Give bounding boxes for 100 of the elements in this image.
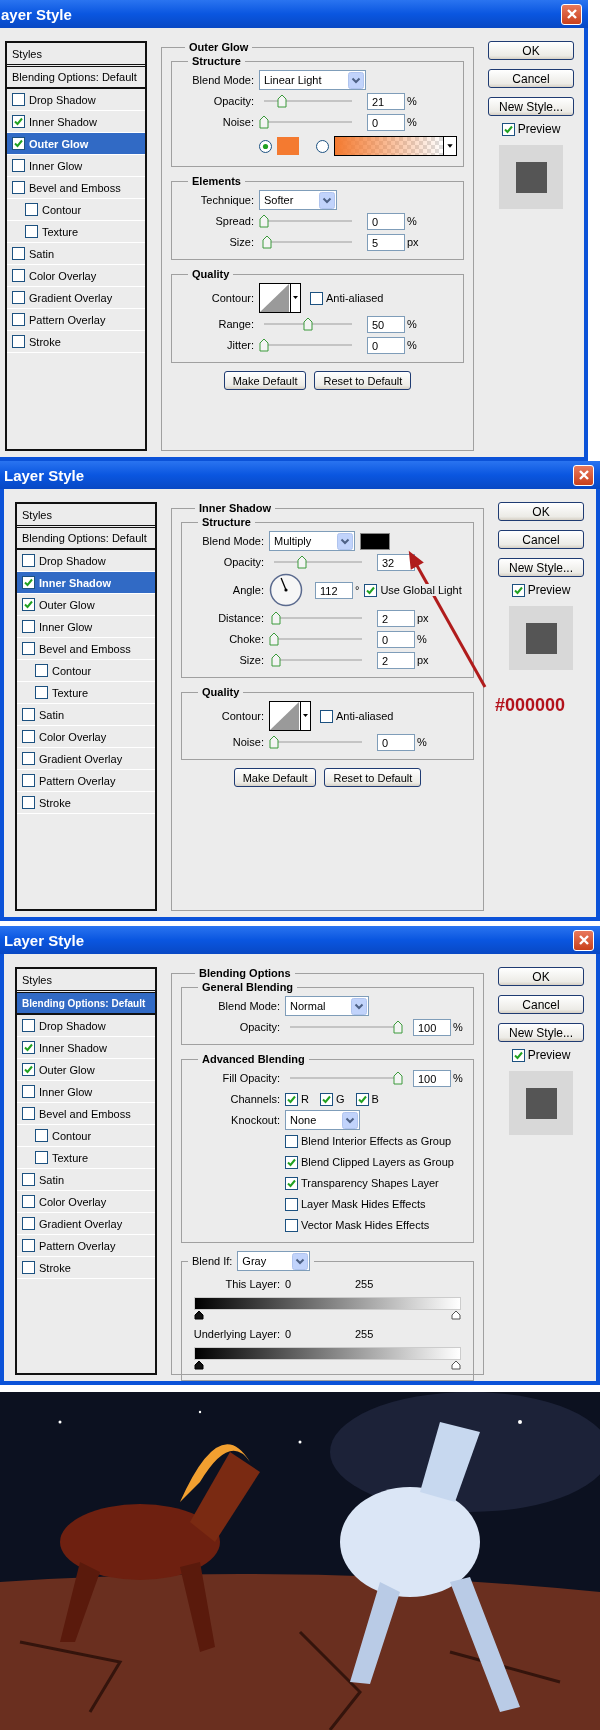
checkbox[interactable]	[285, 1092, 298, 1106]
checkbox[interactable]	[12, 335, 25, 348]
checkbox[interactable]	[355, 1092, 369, 1106]
dialog-button[interactable]: Cancel	[498, 995, 584, 1014]
style-list-item[interactable]: Bevel and Emboss	[17, 1103, 155, 1125]
checkbox[interactable]	[25, 225, 38, 238]
number-field[interactable]: 5	[367, 233, 405, 251]
style-list-item[interactable]: Gradient Overlay	[17, 748, 155, 770]
style-list-item[interactable]: Contour	[17, 660, 155, 682]
number-field[interactable]: 2	[377, 609, 415, 627]
style-list-item[interactable]: Stroke	[17, 792, 155, 814]
style-list-item[interactable]: Gradient Overlay	[7, 287, 145, 309]
checkbox[interactable]	[12, 247, 25, 260]
checkbox[interactable]	[12, 137, 25, 150]
checkbox[interactable]	[12, 269, 25, 282]
dropdown[interactable]: Multiply	[269, 531, 356, 551]
style-list-item[interactable]: Bevel and Emboss	[7, 177, 145, 199]
radio-button[interactable]	[259, 139, 272, 153]
style-list-item[interactable]: Blending Options: Default	[17, 528, 155, 550]
checkbox[interactable]	[12, 93, 25, 106]
action-button[interactable]: Reset to Default	[324, 768, 422, 787]
style-list-item[interactable]: Styles	[17, 504, 155, 528]
checkbox[interactable]	[22, 774, 35, 787]
checkbox[interactable]	[22, 554, 35, 567]
dropdown[interactable]: Linear Light	[259, 70, 366, 90]
style-list-item[interactable]: Bevel and Emboss	[17, 638, 155, 660]
dialog-button[interactable]: Cancel	[488, 69, 574, 88]
style-list-item[interactable]: Drop Shadow	[7, 89, 145, 111]
number-field[interactable]: 0	[377, 733, 415, 751]
close-button[interactable]	[573, 464, 594, 486]
checkbox[interactable]	[22, 1239, 35, 1252]
checkbox[interactable]	[12, 291, 25, 304]
number-field[interactable]: 0	[377, 630, 415, 648]
slider-thumb[interactable]	[277, 94, 288, 108]
action-button[interactable]: Reset to Default	[314, 371, 412, 390]
close-button[interactable]	[561, 3, 582, 25]
angle-dial[interactable]	[269, 573, 303, 607]
color-swatch[interactable]	[360, 532, 391, 550]
style-list-item[interactable]: Drop Shadow	[17, 1015, 155, 1037]
checkbox[interactable]	[22, 642, 35, 655]
style-list-item[interactable]: Satin	[17, 1169, 155, 1191]
checkbox[interactable]	[22, 1019, 35, 1032]
checkbox[interactable]	[319, 1092, 333, 1106]
checkbox[interactable]	[22, 1107, 35, 1120]
checkbox[interactable]	[22, 1195, 35, 1208]
style-list-item[interactable]: Texture	[17, 682, 155, 704]
dialog-button[interactable]: New Style...	[488, 97, 574, 116]
checkbox[interactable]	[35, 686, 48, 699]
close-button[interactable]	[573, 929, 594, 951]
slider-thumb[interactable]	[259, 214, 269, 228]
checkbox[interactable]	[35, 1129, 48, 1142]
checkbox[interactable]	[22, 1085, 35, 1098]
checkbox[interactable]	[285, 1155, 298, 1169]
style-list-item[interactable]: Pattern Overlay	[17, 770, 155, 792]
number-field[interactable]: 0	[367, 212, 405, 230]
number-field[interactable]: 0	[367, 113, 405, 131]
dropdown[interactable]: Softer	[259, 190, 338, 210]
dropdown[interactable]: Gray	[237, 1251, 311, 1271]
dialog-button[interactable]: OK	[498, 967, 584, 986]
style-list-item[interactable]: Inner Shadow	[17, 1037, 155, 1059]
style-list-item[interactable]: Blending Options: Default	[17, 993, 155, 1015]
checkbox[interactable]	[511, 1048, 525, 1062]
checkbox[interactable]	[22, 1173, 35, 1186]
gradient-picker[interactable]	[334, 136, 457, 156]
checkbox[interactable]	[22, 1041, 35, 1054]
style-list-item[interactable]: Outer Glow	[7, 133, 145, 155]
contour-picker[interactable]	[259, 283, 301, 313]
number-field[interactable]: 100	[413, 1069, 451, 1087]
dialog-button[interactable]: OK	[498, 502, 584, 521]
slider-thumb[interactable]	[393, 1020, 403, 1034]
style-list-item[interactable]: Inner Glow	[17, 616, 155, 638]
checkbox[interactable]	[285, 1197, 298, 1211]
number-field[interactable]: 21	[367, 92, 405, 110]
slider-thumb[interactable]	[270, 653, 281, 667]
checkbox[interactable]	[25, 203, 38, 216]
checkbox[interactable]	[364, 583, 378, 597]
checkbox[interactable]	[22, 796, 35, 809]
contour-picker[interactable]	[269, 701, 311, 731]
slider-thumb[interactable]	[269, 632, 279, 646]
checkbox[interactable]	[285, 1134, 298, 1148]
checkbox[interactable]	[35, 664, 48, 677]
dialog-button[interactable]: New Style...	[498, 1023, 584, 1042]
checkbox[interactable]	[12, 313, 25, 326]
slider-thumb[interactable]	[261, 235, 272, 249]
number-field[interactable]: 100	[413, 1018, 451, 1036]
style-list-item[interactable]: Color Overlay	[7, 265, 145, 287]
style-list-item[interactable]: Outer Glow	[17, 594, 155, 616]
color-swatch[interactable]	[277, 137, 299, 155]
checkbox[interactable]	[285, 1176, 298, 1190]
style-list-item[interactable]: Outer Glow	[17, 1059, 155, 1081]
slider-thumb[interactable]	[297, 555, 308, 569]
action-button[interactable]: Make Default	[223, 371, 307, 390]
radio-button[interactable]	[316, 139, 329, 153]
slider-thumb[interactable]	[259, 115, 269, 129]
checkbox[interactable]	[12, 159, 25, 172]
style-list-item[interactable]: Styles	[7, 43, 145, 67]
style-list-item[interactable]: Satin	[17, 704, 155, 726]
slider-thumb[interactable]	[393, 1071, 403, 1085]
slider-thumb[interactable]	[303, 317, 313, 331]
style-list-item[interactable]: Pattern Overlay	[17, 1235, 155, 1257]
